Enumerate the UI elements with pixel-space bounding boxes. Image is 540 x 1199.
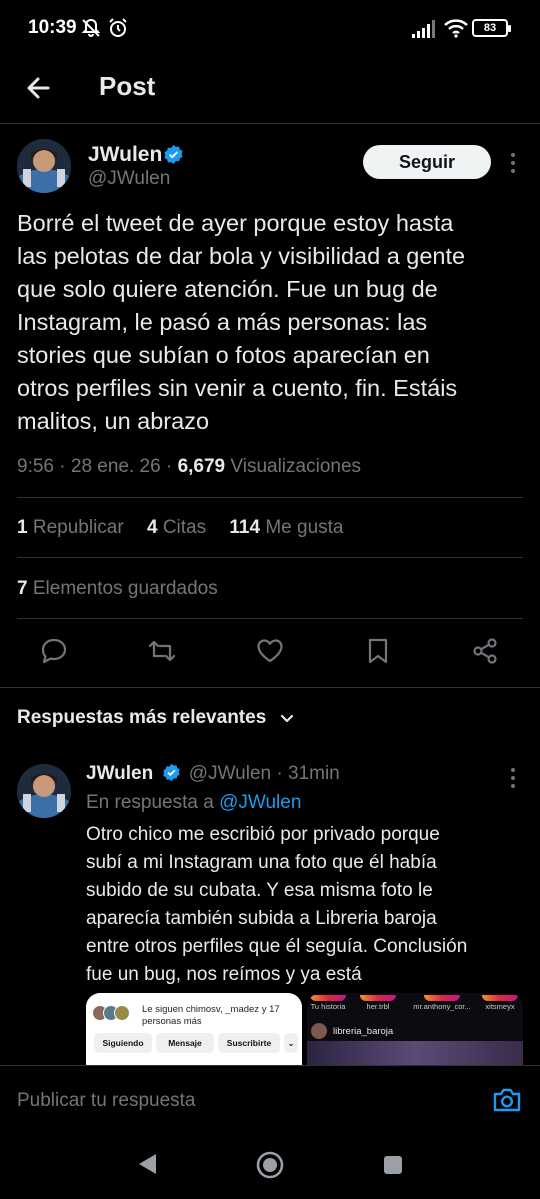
followed-by-text: Le siguen chimosv, _madez y 17 personas … — [142, 1004, 280, 1027]
tweet-text: Borré el tweet de ayer porque estoy hast… — [17, 210, 466, 434]
status-bar: 10:39 83 — [0, 0, 540, 58]
author-name[interactable]: JWulen — [88, 143, 162, 167]
reply-icon[interactable] — [39, 636, 69, 666]
bookmarks-label: Elementos guardados — [32, 578, 218, 599]
like-icon[interactable] — [255, 636, 285, 666]
follower-avatars — [92, 1005, 130, 1026]
story-item: xitsmeyx — [479, 995, 521, 1011]
page-title: Post — [99, 71, 156, 101]
likes-count: 114 — [229, 517, 261, 538]
reply-media-image-1[interactable]: Le siguen chimosv, _madez y 17 personas … — [86, 993, 302, 1065]
story-item: her.trbl — [357, 995, 399, 1011]
likes-label: Me gusta — [265, 517, 344, 538]
signal-icon — [412, 20, 435, 38]
reply-author-name[interactable]: JWulen — [86, 763, 153, 784]
bookmarks-count: 7 — [17, 578, 28, 599]
alarm-icon — [109, 18, 127, 37]
story-item: mr.anthony_cor... — [411, 995, 473, 1011]
likes-stat[interactable]: 114 Me gusta — [229, 517, 343, 538]
tweet-time: 9:56 — [17, 456, 54, 477]
more-options-icon[interactable] — [510, 153, 516, 177]
post-avatar — [311, 1023, 327, 1039]
author-handle: @JWulen — [88, 168, 171, 189]
post-account-name: libreria_baroja — [333, 1026, 394, 1037]
reply-age: 31min — [287, 763, 340, 784]
views-count: 6,679 — [177, 456, 226, 477]
top-bar: Post — [0, 58, 540, 124]
reply-to-mention[interactable]: @JWulen — [219, 792, 301, 813]
notifications-muted-icon — [81, 18, 101, 37]
tweet-meta: 9:56 · 28 ene. 26 · 6,679 Visualizacione… — [17, 456, 362, 477]
engagement-stats: 1 Republicar 4 Citas 114 Me gusta — [17, 517, 362, 539]
nav-recents-icon[interactable] — [382, 1154, 404, 1176]
reply-to-line: En respuesta a @JWulen — [86, 792, 301, 814]
reposts-count: 1 — [17, 517, 28, 538]
divider — [17, 557, 523, 558]
camera-icon[interactable] — [492, 1086, 522, 1114]
quotes-label: Citas — [162, 517, 207, 538]
repost-icon[interactable] — [147, 636, 177, 666]
follow-button[interactable]: Seguir — [363, 145, 491, 179]
share-icon[interactable] — [470, 636, 500, 666]
system-nav-bar — [0, 1135, 540, 1199]
subscribe-button: Suscribirte — [218, 1033, 280, 1053]
verified-badge-icon — [164, 144, 183, 165]
wifi-icon — [444, 19, 468, 38]
message-button: Mensaje — [156, 1033, 214, 1053]
reposts-label: Republicar — [32, 517, 124, 538]
reply-input[interactable]: Publicar tu respuesta — [17, 1090, 196, 1112]
reply-author-handle: @JWulen — [188, 763, 272, 784]
reposts-stat[interactable]: 1 Republicar — [17, 517, 129, 538]
reply-composer[interactable]: Publicar tu respuesta — [0, 1065, 540, 1135]
divider — [0, 687, 540, 688]
reply-header: JWulen @JWulen · 31min — [86, 763, 340, 784]
divider — [17, 497, 523, 498]
divider — [17, 618, 523, 619]
reply-media-image-2[interactable]: Tu historia her.trbl mr.anthony_cor... x… — [307, 993, 523, 1065]
following-button: Siguiendo — [94, 1033, 152, 1053]
status-time: 10:39 — [28, 17, 77, 38]
chevron-down-icon[interactable] — [278, 710, 296, 728]
reply-more-options-icon[interactable] — [510, 768, 516, 792]
quotes-count: 4 — [146, 517, 158, 538]
battery-indicator: 83 — [472, 19, 511, 37]
author-avatar[interactable] — [17, 139, 71, 193]
bookmark-icon[interactable] — [363, 636, 393, 666]
tweet-actions — [0, 632, 540, 672]
quotes-stat[interactable]: 4 Citas — [147, 517, 211, 538]
views-label: Visualizaciones — [230, 456, 362, 477]
reply-author-avatar[interactable] — [17, 764, 71, 818]
tweet-date: 28 ene. 26 — [70, 456, 161, 477]
post-image — [307, 1041, 523, 1065]
story-item: Tu historia — [307, 995, 349, 1011]
verified-badge-icon — [162, 763, 180, 782]
bookmarks-stat[interactable]: 7 Elementos guardados — [17, 578, 218, 600]
chevron-down-icon: ⌄ — [284, 1033, 298, 1053]
reply-text: Otro chico me escribió por privado porqu… — [86, 824, 468, 985]
nav-back-icon[interactable] — [136, 1151, 160, 1177]
reply-to-prefix: En respuesta a — [86, 792, 214, 813]
back-arrow-icon[interactable] — [20, 68, 60, 108]
replies-sort-label[interactable]: Respuestas más relevantes — [17, 707, 266, 729]
nav-home-icon[interactable] — [255, 1150, 285, 1180]
